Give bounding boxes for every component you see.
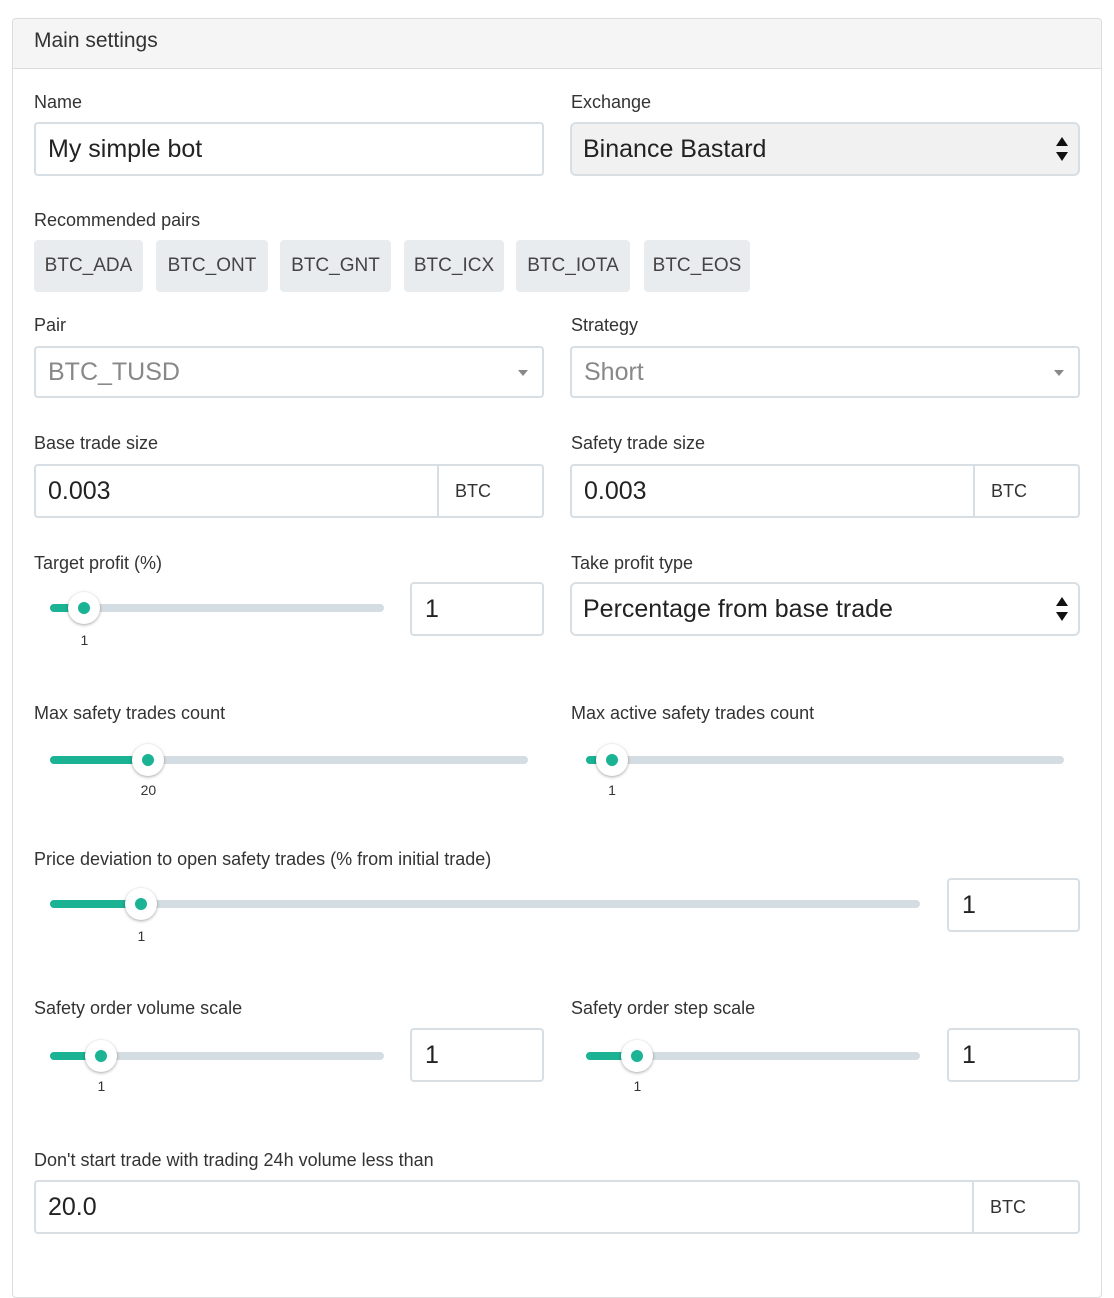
step-scale-slider[interactable]: 1 — [586, 1040, 920, 1094]
strategy-select-value: Short — [584, 357, 644, 386]
name-input[interactable]: My simple bot — [34, 122, 544, 176]
price-deviation-label: Price deviation to open safety trades (%… — [34, 849, 492, 869]
pair-button-btc-ont[interactable]: BTC_ONT — [156, 240, 268, 292]
max-safety-trades-slider[interactable]: 20 — [50, 744, 528, 798]
pair-button-btc-gnt[interactable]: BTC_GNT — [280, 240, 391, 292]
pair-button-btc-ada[interactable]: BTC_ADA — [34, 240, 143, 292]
volume-scale-input[interactable]: 1 — [410, 1028, 544, 1082]
price-deviation-slider[interactable]: 1 — [50, 888, 920, 944]
recommended-pairs-label: Recommended pairs — [34, 210, 201, 230]
base-trade-size-label: Base trade size — [34, 433, 159, 453]
target-profit-input[interactable]: 1 — [410, 582, 544, 636]
max-active-safety-trades-label: Max active safety trades count — [571, 703, 815, 723]
max-safety-trades-label: Max safety trades count — [34, 703, 226, 723]
max-active-safety-trades-slider[interactable]: 1 — [586, 744, 1064, 798]
select-arrows-icon — [1056, 137, 1068, 161]
panel-title: Main settings — [13, 19, 1101, 69]
price-deviation-input[interactable]: 1 — [947, 878, 1080, 932]
chevron-down-icon — [518, 370, 528, 376]
strategy-select[interactable]: Short — [570, 346, 1080, 398]
take-profit-type-select[interactable]: Percentage from base trade — [570, 582, 1080, 636]
exchange-select[interactable]: Binance Bastard — [570, 122, 1080, 176]
slider-value-label: 20 — [140, 782, 157, 798]
min-volume-label: Don't start trade with trading 24h volum… — [34, 1150, 434, 1170]
exchange-select-value: Binance Bastard — [583, 134, 767, 163]
take-profit-type-value: Percentage from base trade — [583, 594, 893, 623]
safety-trade-unit: BTC — [975, 464, 1080, 518]
safety-trade-size-input[interactable]: 0.003 — [570, 464, 975, 518]
pair-select-value: BTC_TUSD — [48, 357, 180, 386]
pair-button-btc-eos[interactable]: BTC_EOS — [644, 240, 750, 292]
chevron-down-icon — [1054, 370, 1064, 376]
safety-trade-size-label: Safety trade size — [571, 433, 706, 453]
take-profit-type-label: Take profit type — [571, 553, 694, 573]
name-label: Name — [34, 92, 83, 112]
volume-scale-label: Safety order volume scale — [34, 998, 243, 1018]
base-trade-size-input[interactable]: 0.003 — [34, 464, 439, 518]
name-input-value: My simple bot — [48, 134, 203, 163]
min-volume-unit: BTC — [974, 1180, 1080, 1234]
base-trade-size-value: 0.003 — [48, 476, 111, 505]
volume-scale-input-value: 1 — [425, 1040, 439, 1069]
price-deviation-input-value: 1 — [962, 890, 976, 919]
slider-value-label: 1 — [97, 1078, 106, 1094]
min-volume-value: 20.0 — [48, 1192, 97, 1221]
step-scale-input-value: 1 — [962, 1040, 976, 1069]
pair-button-btc-icx[interactable]: BTC_ICX — [404, 240, 504, 292]
base-trade-unit: BTC — [439, 464, 544, 518]
strategy-label: Strategy — [571, 315, 639, 335]
slider-value-label: 1 — [137, 928, 146, 944]
slider-value-label: 1 — [80, 632, 89, 648]
exchange-label: Exchange — [571, 92, 652, 112]
volume-scale-slider[interactable]: 1 — [50, 1040, 384, 1094]
slider-handle[interactable] — [596, 744, 628, 776]
target-profit-label: Target profit (%) — [34, 553, 163, 573]
pair-select[interactable]: BTC_TUSD — [34, 346, 544, 398]
select-arrows-icon — [1056, 597, 1068, 621]
step-scale-input[interactable]: 1 — [947, 1028, 1080, 1082]
pair-label: Pair — [34, 315, 67, 335]
min-volume-input[interactable]: 20.0 — [34, 1180, 974, 1234]
step-scale-label: Safety order step scale — [571, 998, 756, 1018]
slider-value-label: 1 — [608, 782, 616, 798]
pair-button-btc-iota[interactable]: BTC_IOTA — [516, 240, 630, 292]
slider-value-label: 1 — [633, 1078, 642, 1094]
target-profit-input-value: 1 — [425, 594, 439, 623]
safety-trade-size-value: 0.003 — [584, 476, 647, 505]
target-profit-slider[interactable]: 1 — [50, 592, 384, 648]
